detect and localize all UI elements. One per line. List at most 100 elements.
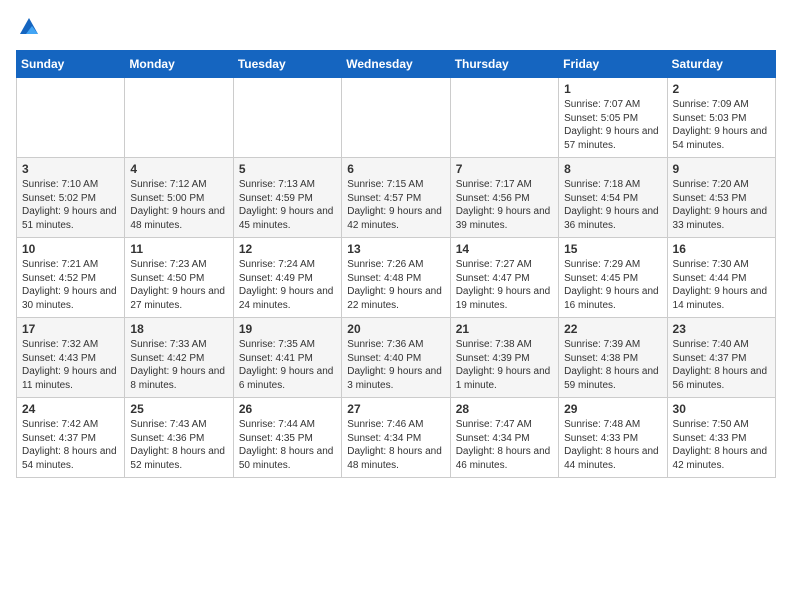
day-number: 27 (347, 402, 444, 416)
header-tuesday: Tuesday (233, 51, 341, 78)
day-info: Sunrise: 7:09 AM Sunset: 5:03 PM Dayligh… (673, 98, 770, 152)
day-number: 29 (564, 402, 661, 416)
day-info: Sunrise: 7:26 AM Sunset: 4:48 PM Dayligh… (347, 258, 444, 312)
calendar-cell (450, 78, 558, 158)
day-number: 18 (130, 322, 227, 336)
calendar-cell (342, 78, 450, 158)
day-info: Sunrise: 7:33 AM Sunset: 4:42 PM Dayligh… (130, 338, 227, 392)
day-info: Sunrise: 7:07 AM Sunset: 5:05 PM Dayligh… (564, 98, 661, 152)
calendar-cell (17, 78, 125, 158)
day-info: Sunrise: 7:32 AM Sunset: 4:43 PM Dayligh… (22, 338, 119, 392)
calendar-cell: 19 Sunrise: 7:35 AM Sunset: 4:41 PM Dayli… (233, 318, 341, 398)
calendar-cell: 30 Sunrise: 7:50 AM Sunset: 4:33 PM Dayli… (667, 398, 775, 478)
calendar-cell: 15Sunrise: 7:29 AM Sunset: 4:45 PM Dayli… (559, 238, 667, 318)
day-number: 1 (564, 82, 661, 96)
day-info: Sunrise: 7:39 AM Sunset: 4:38 PM Dayligh… (564, 338, 661, 392)
day-number: 9 (673, 162, 770, 176)
calendar-row-3: 17Sunrise: 7:32 AM Sunset: 4:43 PM Dayli… (17, 318, 776, 398)
calendar-cell: 16 Sunrise: 7:30 AM Sunset: 4:44 PM Dayli… (667, 238, 775, 318)
day-info: Sunrise: 7:36 AM Sunset: 4:40 PM Dayligh… (347, 338, 444, 392)
calendar-cell (233, 78, 341, 158)
calendar-cell: 3 Sunrise: 7:10 AM Sunset: 5:02 PM Daylig… (17, 158, 125, 238)
header-monday: Monday (125, 51, 233, 78)
calendar-cell: 20 Sunrise: 7:36 AM Sunset: 4:40 PM Dayli… (342, 318, 450, 398)
day-info: Sunrise: 7:40 AM Sunset: 4:37 PM Dayligh… (673, 338, 770, 392)
header-saturday: Saturday (667, 51, 775, 78)
calendar-cell: 5 Sunrise: 7:13 AM Sunset: 4:59 PM Daylig… (233, 158, 341, 238)
calendar-cell (125, 78, 233, 158)
day-info: Sunrise: 7:10 AM Sunset: 5:02 PM Dayligh… (22, 178, 119, 232)
calendar-header-row: SundayMondayTuesdayWednesdayThursdayFrid… (17, 51, 776, 78)
calendar-cell: 11 Sunrise: 7:23 AM Sunset: 4:50 PM Dayli… (125, 238, 233, 318)
calendar-cell: 6Sunrise: 7:15 AM Sunset: 4:57 PM Daylig… (342, 158, 450, 238)
day-info: Sunrise: 7:17 AM Sunset: 4:56 PM Dayligh… (456, 178, 553, 232)
calendar-cell: 1 Sunrise: 7:07 AM Sunset: 5:05 PM Daylig… (559, 78, 667, 158)
day-info: Sunrise: 7:46 AM Sunset: 4:34 PM Dayligh… (347, 418, 444, 472)
day-number: 28 (456, 402, 553, 416)
day-number: 7 (456, 162, 553, 176)
day-number: 20 (347, 322, 444, 336)
calendar-row-4: 24 Sunrise: 7:42 AM Sunset: 4:37 PM Dayli… (17, 398, 776, 478)
logo-icon (18, 16, 40, 38)
calendar-cell: 13 Sunrise: 7:26 AM Sunset: 4:48 PM Dayli… (342, 238, 450, 318)
day-number: 16 (673, 242, 770, 256)
calendar-cell: 7 Sunrise: 7:17 AM Sunset: 4:56 PM Daylig… (450, 158, 558, 238)
header-friday: Friday (559, 51, 667, 78)
day-info: Sunrise: 7:13 AM Sunset: 4:59 PM Dayligh… (239, 178, 336, 232)
day-info: Sunrise: 7:38 AM Sunset: 4:39 PM Dayligh… (456, 338, 553, 392)
calendar-cell: 14 Sunrise: 7:27 AM Sunset: 4:47 PM Dayli… (450, 238, 558, 318)
day-info: Sunrise: 7:44 AM Sunset: 4:35 PM Dayligh… (239, 418, 336, 472)
day-info: Sunrise: 7:50 AM Sunset: 4:33 PM Dayligh… (673, 418, 770, 472)
calendar-cell: 18 Sunrise: 7:33 AM Sunset: 4:42 PM Dayli… (125, 318, 233, 398)
day-number: 14 (456, 242, 553, 256)
calendar-cell: 8Sunrise: 7:18 AM Sunset: 4:54 PM Daylig… (559, 158, 667, 238)
day-number: 12 (239, 242, 336, 256)
day-info: Sunrise: 7:24 AM Sunset: 4:49 PM Dayligh… (239, 258, 336, 312)
day-number: 26 (239, 402, 336, 416)
day-info: Sunrise: 7:20 AM Sunset: 4:53 PM Dayligh… (673, 178, 770, 232)
day-number: 11 (130, 242, 227, 256)
day-info: Sunrise: 7:12 AM Sunset: 5:00 PM Dayligh… (130, 178, 227, 232)
calendar-cell: 27 Sunrise: 7:46 AM Sunset: 4:34 PM Dayli… (342, 398, 450, 478)
calendar-cell: 23Sunrise: 7:40 AM Sunset: 4:37 PM Dayli… (667, 318, 775, 398)
day-info: Sunrise: 7:43 AM Sunset: 4:36 PM Dayligh… (130, 418, 227, 472)
calendar-cell: 10 Sunrise: 7:21 AM Sunset: 4:52 PM Dayli… (17, 238, 125, 318)
day-info: Sunrise: 7:21 AM Sunset: 4:52 PM Dayligh… (22, 258, 119, 312)
calendar-cell: 22Sunrise: 7:39 AM Sunset: 4:38 PM Dayli… (559, 318, 667, 398)
day-number: 4 (130, 162, 227, 176)
day-number: 30 (673, 402, 770, 416)
day-number: 3 (22, 162, 119, 176)
calendar-row-1: 3 Sunrise: 7:10 AM Sunset: 5:02 PM Daylig… (17, 158, 776, 238)
day-number: 21 (456, 322, 553, 336)
header-thursday: Thursday (450, 51, 558, 78)
day-info: Sunrise: 7:23 AM Sunset: 4:50 PM Dayligh… (130, 258, 227, 312)
day-number: 13 (347, 242, 444, 256)
day-number: 19 (239, 322, 336, 336)
day-info: Sunrise: 7:42 AM Sunset: 4:37 PM Dayligh… (22, 418, 119, 472)
calendar-cell: 17Sunrise: 7:32 AM Sunset: 4:43 PM Dayli… (17, 318, 125, 398)
calendar-cell: 25Sunrise: 7:43 AM Sunset: 4:36 PM Dayli… (125, 398, 233, 478)
day-info: Sunrise: 7:35 AM Sunset: 4:41 PM Dayligh… (239, 338, 336, 392)
calendar-row-0: 1 Sunrise: 7:07 AM Sunset: 5:05 PM Daylig… (17, 78, 776, 158)
day-info: Sunrise: 7:18 AM Sunset: 4:54 PM Dayligh… (564, 178, 661, 232)
calendar-cell: 12 Sunrise: 7:24 AM Sunset: 4:49 PM Dayli… (233, 238, 341, 318)
day-info: Sunrise: 7:48 AM Sunset: 4:33 PM Dayligh… (564, 418, 661, 472)
calendar-cell: 9 Sunrise: 7:20 AM Sunset: 4:53 PM Daylig… (667, 158, 775, 238)
day-info: Sunrise: 7:27 AM Sunset: 4:47 PM Dayligh… (456, 258, 553, 312)
day-number: 24 (22, 402, 119, 416)
calendar-cell: 2Sunrise: 7:09 AM Sunset: 5:03 PM Daylig… (667, 78, 775, 158)
header-sunday: Sunday (17, 51, 125, 78)
day-number: 10 (22, 242, 119, 256)
day-number: 15 (564, 242, 661, 256)
calendar-cell: 29 Sunrise: 7:48 AM Sunset: 4:33 PM Dayli… (559, 398, 667, 478)
calendar-cell: 21 Sunrise: 7:38 AM Sunset: 4:39 PM Dayli… (450, 318, 558, 398)
day-number: 6 (347, 162, 444, 176)
day-info: Sunrise: 7:47 AM Sunset: 4:34 PM Dayligh… (456, 418, 553, 472)
calendar-cell: 28 Sunrise: 7:47 AM Sunset: 4:34 PM Dayli… (450, 398, 558, 478)
day-info: Sunrise: 7:30 AM Sunset: 4:44 PM Dayligh… (673, 258, 770, 312)
page-header (16, 16, 776, 38)
logo (16, 16, 40, 38)
header-wednesday: Wednesday (342, 51, 450, 78)
day-number: 5 (239, 162, 336, 176)
calendar-row-2: 10 Sunrise: 7:21 AM Sunset: 4:52 PM Dayli… (17, 238, 776, 318)
